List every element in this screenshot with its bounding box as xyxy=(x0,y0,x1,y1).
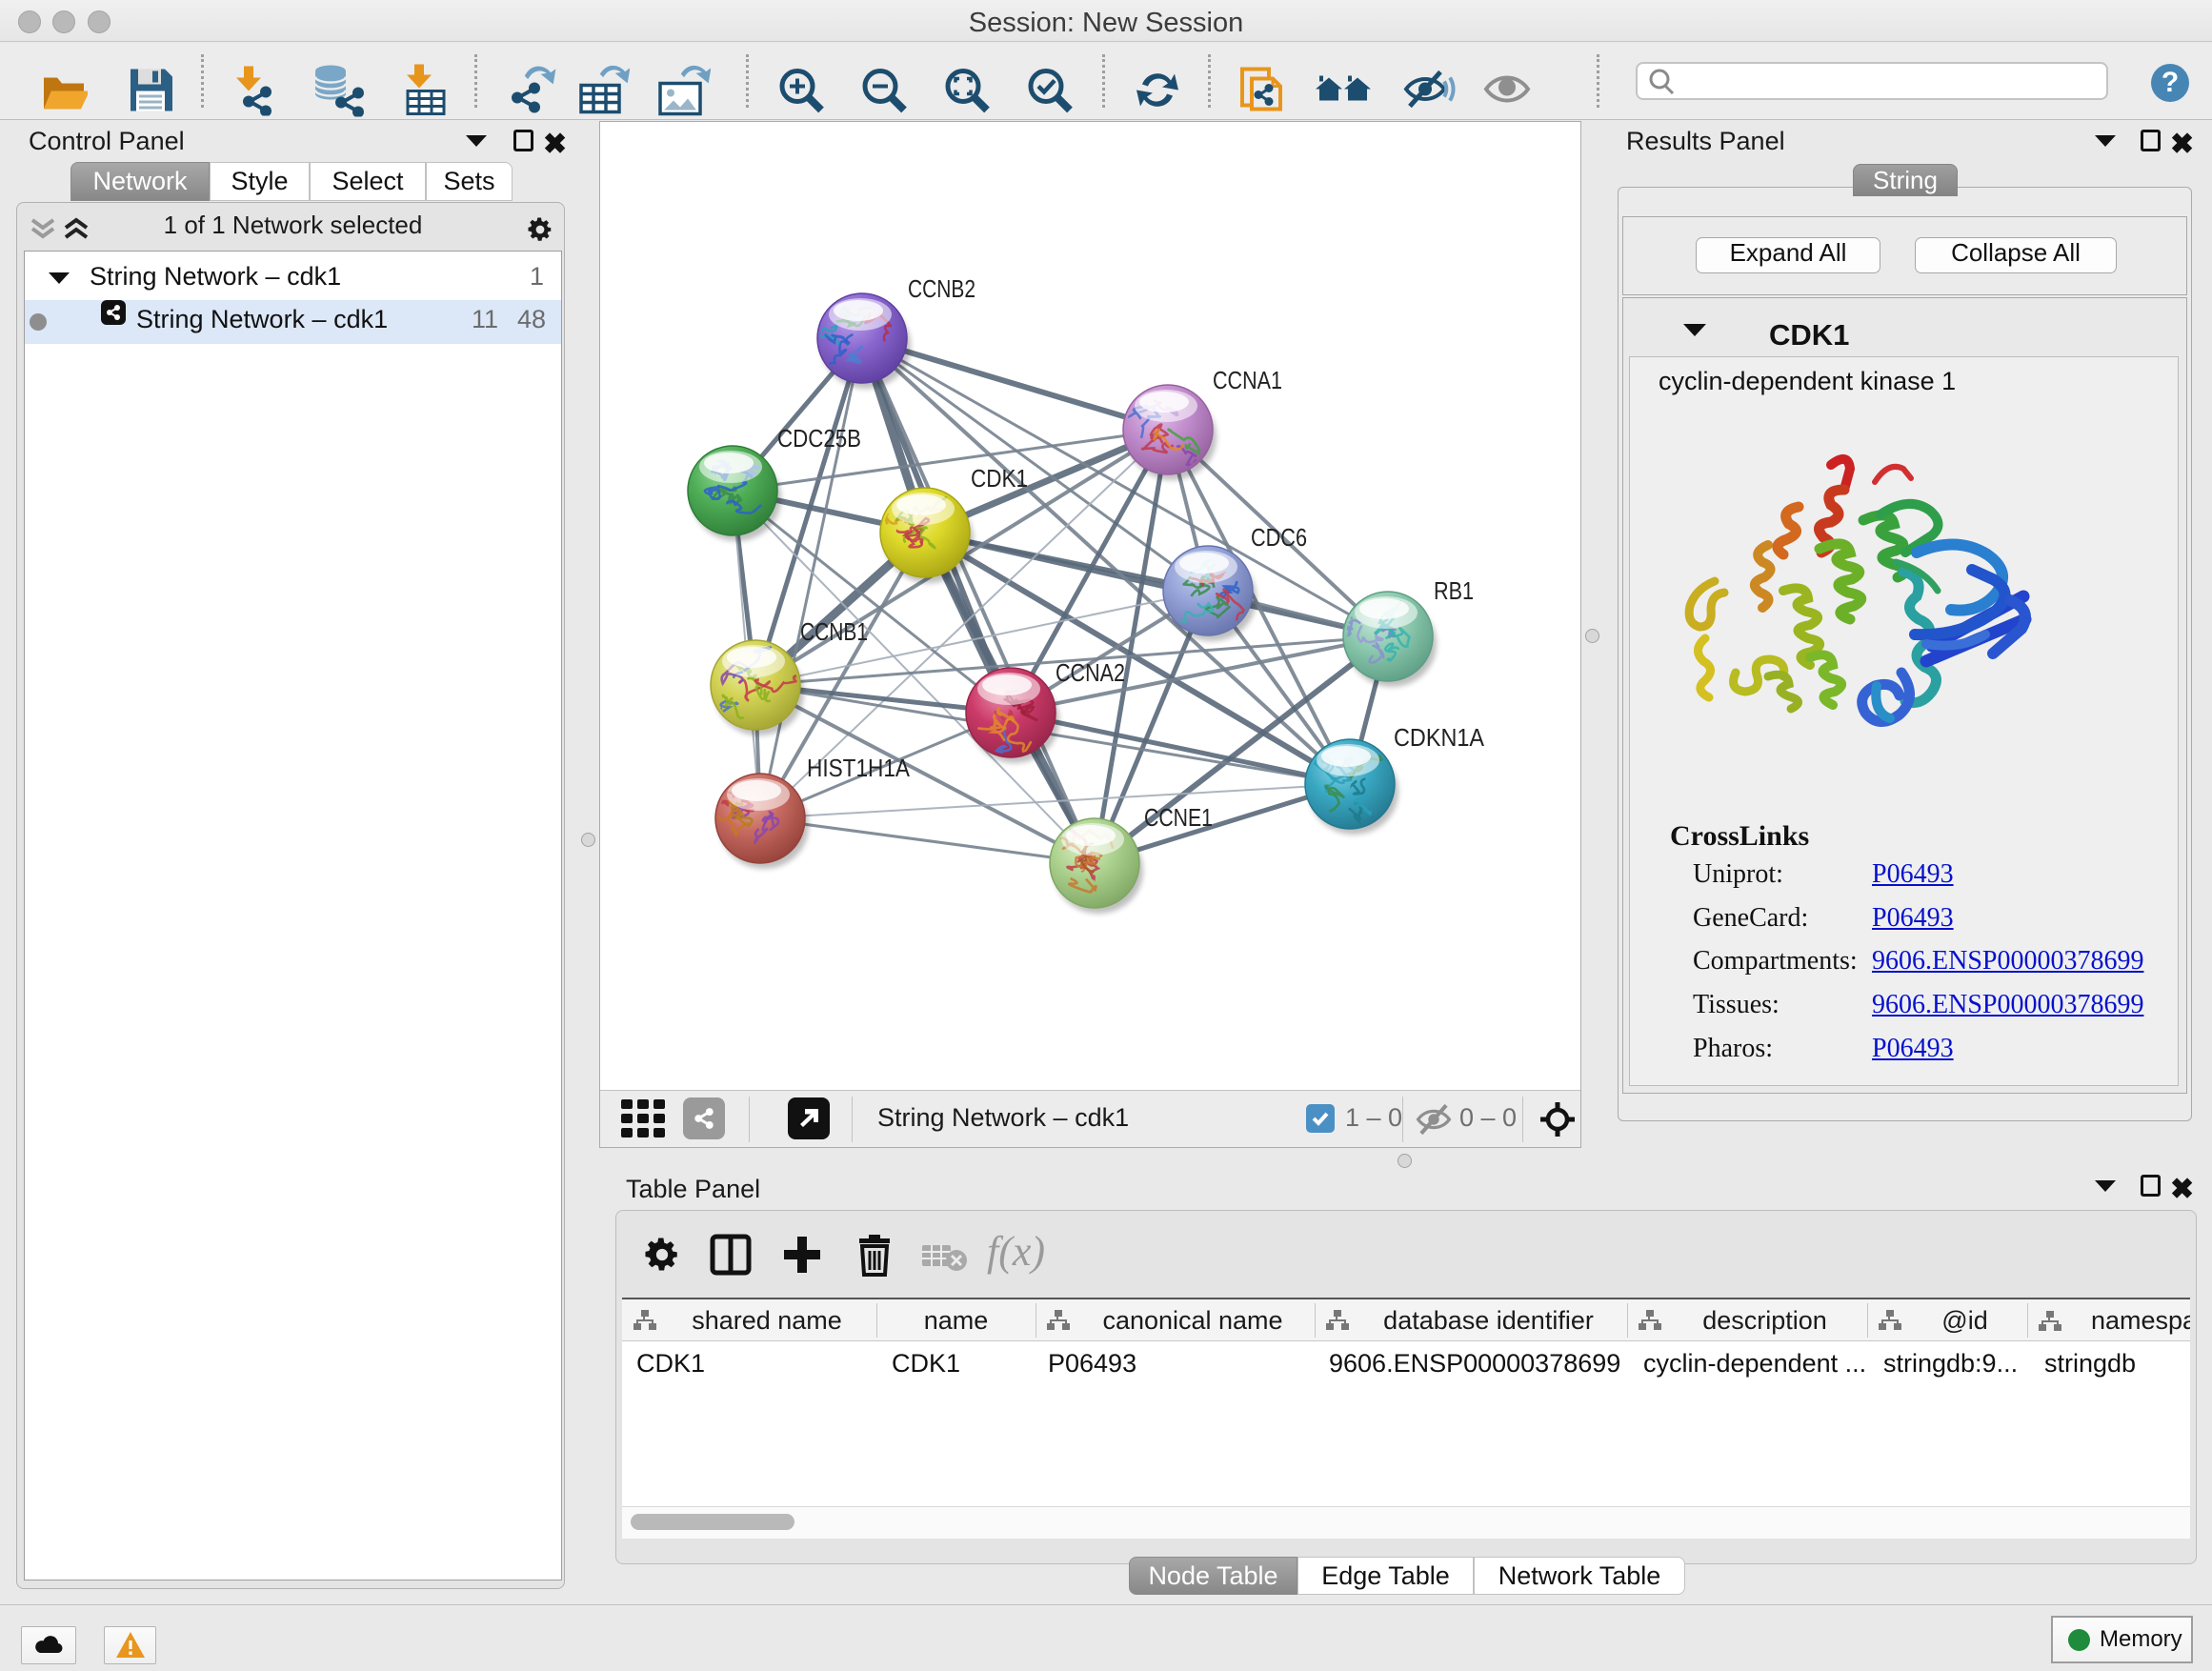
svg-text:CDK1: CDK1 xyxy=(971,464,1028,493)
svg-text:HIST1H1A: HIST1H1A xyxy=(807,754,911,782)
svg-text:CDKN1A: CDKN1A xyxy=(1394,723,1485,752)
svg-text:CCNA2: CCNA2 xyxy=(1056,658,1125,687)
svg-text:CDC25B: CDC25B xyxy=(777,424,861,453)
svg-text:RB1: RB1 xyxy=(1434,576,1474,605)
svg-text:CCNB2: CCNB2 xyxy=(908,274,975,303)
svg-text:CDC6: CDC6 xyxy=(1251,523,1307,552)
svg-text:CCNB1: CCNB1 xyxy=(800,617,868,646)
svg-text:CCNA1: CCNA1 xyxy=(1213,366,1282,394)
svg-text:CCNE1: CCNE1 xyxy=(1144,803,1213,832)
